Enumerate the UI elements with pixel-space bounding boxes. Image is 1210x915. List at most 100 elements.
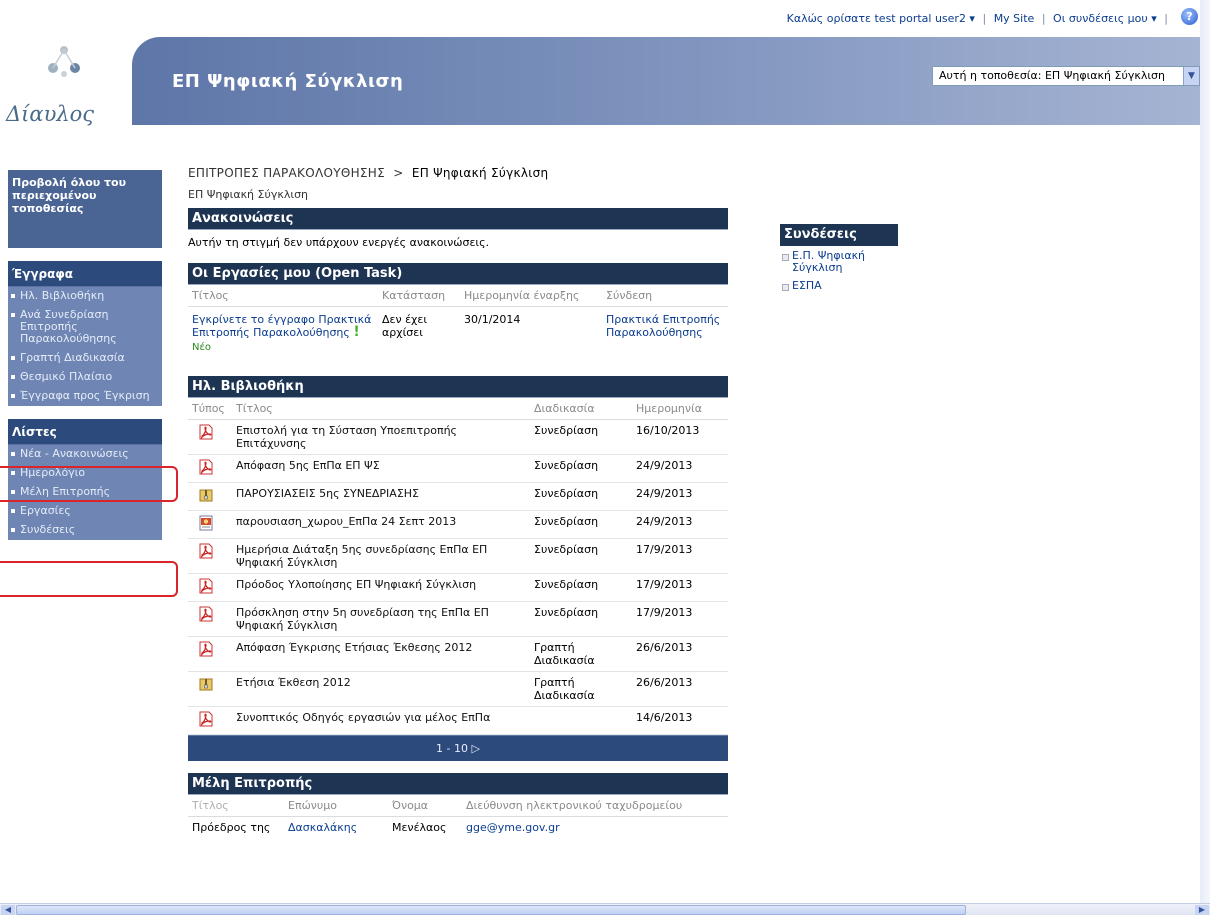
col-header-status[interactable]: Κατάσταση — [378, 285, 460, 307]
scroll-left-button[interactable]: ◀ — [1, 905, 15, 915]
links-title[interactable]: Συνδέσεις — [780, 224, 898, 246]
member-email-link[interactable]: gge@yme.gov.gr — [466, 821, 560, 834]
library-table: Τύπος Τίτλος Διαδικασία Ημερομηνία Επιστ… — [188, 398, 728, 735]
task-related-link[interactable]: Πρακτικά Επιτροπής Παρακολούθησης — [606, 313, 720, 339]
document-process — [530, 706, 632, 735]
my-site-link[interactable]: My Site — [994, 12, 1035, 25]
search-scope-value: Αυτή η τοποθεσία: ΕΠ Ψηφιακή Σύγκλιση — [939, 69, 1165, 82]
pdf-file-icon[interactable] — [198, 424, 214, 440]
ppt-file-icon[interactable] — [198, 515, 214, 531]
site-title[interactable]: ΕΠ Ψηφιακή Σύγκλιση — [172, 71, 403, 92]
col-header-process[interactable]: Διαδικασία — [530, 398, 632, 420]
site-logo[interactable]: Δίαυλος — [6, 44, 132, 130]
pdf-file-icon[interactable] — [198, 711, 214, 727]
vertical-scrollbar[interactable] — [1200, 0, 1210, 903]
link-espa[interactable]: ΕΣΠΑ — [792, 279, 822, 292]
horizontal-scrollbar[interactable]: ◀ ▶ — [0, 903, 1210, 915]
members-title[interactable]: Μέλη Επιτροπής — [188, 773, 728, 795]
highlight-box-tasks — [0, 561, 178, 597]
col-header-title[interactable]: Τίτλος — [188, 795, 284, 817]
nav-item-library[interactable]: Ηλ. Βιβλιοθήκη — [8, 287, 162, 306]
col-header-link[interactable]: Σύνδεση — [602, 285, 728, 307]
col-header-surname[interactable]: Επώνυμο — [284, 795, 388, 817]
col-header-title[interactable]: Τίτλος — [188, 285, 378, 307]
member-surname-link[interactable]: Δασκαλάκης — [288, 821, 357, 834]
document-title-link[interactable]: Απόφαση 5ης ΕπΠα ΕΠ ΨΣ — [236, 459, 380, 472]
help-icon[interactable]: ? — [1181, 8, 1198, 25]
pdf-file-icon[interactable] — [198, 641, 214, 657]
document-date: 24/9/2013 — [632, 454, 728, 483]
document-title-link[interactable]: Πρόοδος Υλοποίησης ΕΠ Ψηφιακή Σύγκλιση — [236, 578, 476, 591]
scroll-thumb[interactable] — [16, 905, 966, 915]
nav-item-docs-for-approval[interactable]: Έγγραφα προς Έγκριση — [8, 387, 162, 406]
pdf-file-icon[interactable] — [198, 459, 214, 475]
welcome-user-menu[interactable]: Καλώς ορίσατε test portal user2 ▾ — [787, 12, 975, 25]
table-row: Πρόοδος Υλοποίησης ΕΠ Ψηφιακή Σύγκλιση Συ… — [188, 573, 728, 602]
pdf-file-icon[interactable] — [198, 606, 214, 622]
document-title-link[interactable]: Ετήσια Έκθεση 2012 — [236, 676, 351, 689]
scroll-right-button[interactable]: ▶ — [1195, 905, 1209, 915]
document-date: 26/6/2013 — [632, 636, 728, 672]
document-process: Γραπτή Διαδικασία — [530, 636, 632, 672]
nav-item-links[interactable]: Συνδέσεις — [8, 521, 162, 540]
task-title-link[interactable]: Εγκρίνετε το έγγραφο Πρακτικά Επιτροπής … — [192, 313, 371, 339]
search-scope-dropdown[interactable]: Αυτή η τοποθεσία: ΕΠ Ψηφιακή Σύγκλιση ▼ — [932, 66, 1200, 86]
document-process: Συνεδρίαση — [530, 538, 632, 574]
table-row: Πρόεδρος της Δασκαλάκης Μενέλαος gge@yme… — [188, 817, 728, 839]
nav-item-per-meeting[interactable]: Ανά Συνεδρίαση Επιτροπής Παρακολούθησης — [8, 306, 162, 349]
table-row: Ετήσια Έκθεση 2012 Γραπτή Διαδικασία 26/6/… — [188, 671, 728, 707]
document-title-link[interactable]: Ημερήσια Διάταξη 5ης συνεδρίασης ΕπΠα ΕΠ… — [236, 543, 487, 569]
col-header-type[interactable]: Τύπος — [188, 398, 232, 420]
table-row: ΠΑΡΟΥΣΙΑΣΕΙΣ 5ης ΣΥΝΕΔΡΙΑΣΗΣ Συνεδρίαση 24… — [188, 482, 728, 511]
nav-heading-documents[interactable]: Έγγραφα — [8, 261, 162, 287]
document-date: 17/9/2013 — [632, 573, 728, 602]
col-header-start-date[interactable]: Ημερομηνία έναρξης — [460, 285, 602, 307]
zip-file-icon[interactable] — [198, 487, 214, 503]
pdf-file-icon[interactable] — [198, 543, 214, 559]
document-process: Συνεδρίαση — [530, 601, 632, 637]
document-title-link[interactable]: Πρόσκληση στην 5η συνεδρίαση της ΕπΠα ΕΠ… — [236, 606, 489, 632]
document-title-link[interactable]: Επιστολή για τη Σύσταση Υποεπιτροπής Επι… — [236, 424, 457, 450]
zip-file-icon[interactable] — [198, 676, 214, 692]
paging-bar: 1 - 10 ▷ — [188, 735, 728, 761]
tasks-webpart: Οι Εργασίες μου (Open Task) Τίτλος Κατάσ… — [188, 263, 728, 372]
tasks-title[interactable]: Οι Εργασίες μου (Open Task) — [188, 263, 728, 285]
nav-item-tasks[interactable]: Εργασίες — [8, 502, 162, 521]
tasks-table: Τίτλος Κατάσταση Ημερομηνία έναρξης Σύνδ… — [188, 285, 728, 372]
breadcrumb-separator: > — [393, 166, 404, 180]
breadcrumb-parent[interactable]: ΕΠΙΤΡΟΠΕΣ ΠΑΡΑΚΟΛΟΥΘΗΣΗΣ — [188, 166, 385, 180]
document-title-link[interactable]: παρουσιαση_χωρου_ΕπΠα 24 Σεπτ 2013 — [236, 515, 456, 528]
document-title-link[interactable]: ΠΑΡΟΥΣΙΑΣΕΙΣ 5ης ΣΥΝΕΔΡΙΑΣΗΣ — [236, 487, 419, 500]
document-title-link[interactable]: Συνοπτικός Οδηγός εργασιών για μέλος ΕπΠ… — [236, 711, 490, 724]
links-webpart: Συνδέσεις Ε.Π. Ψηφιακή Σύγκλιση ΕΣΠΑ — [780, 224, 898, 294]
pdf-file-icon[interactable] — [198, 578, 214, 594]
nav-heading-lists[interactable]: Λίστες — [8, 419, 162, 445]
paging-next[interactable]: 1 - 10 ▷ — [436, 742, 480, 755]
main-content: ΕΠΙΤΡΟΠΕΣ ΠΑΡΑΚΟΛΟΥΘΗΣΗΣ > ΕΠ Ψηφιακή Σύ… — [188, 166, 728, 838]
member-name: Μενέλαος — [392, 821, 447, 834]
link-ep-digital-convergence[interactable]: Ε.Π. Ψηφιακή Σύγκλιση — [792, 249, 865, 274]
nav-item-written-procedure[interactable]: Γραπτή Διαδικασία — [8, 349, 162, 368]
document-date: 16/10/2013 — [632, 419, 728, 455]
announcements-empty-text: Αυτήν τη στιγμή δεν υπάρχουν ενεργές ανα… — [188, 236, 490, 249]
view-all-content-link[interactable]: Προβολή όλου του περιεχομένου τοποθεσίας — [8, 170, 162, 248]
library-title[interactable]: Ηλ. Βιβλιοθήκη — [188, 376, 728, 398]
my-links-menu[interactable]: Οι συνδέσεις μου ▾ — [1053, 12, 1157, 25]
link-item: Ε.Π. Ψηφιακή Σύγκλιση — [780, 246, 898, 276]
col-header-title[interactable]: Τίτλος — [232, 398, 530, 420]
document-title-link[interactable]: Απόφαση Έγκρισης Ετήσιας Έκθεσης 2012 — [236, 641, 472, 654]
separator: | — [1164, 12, 1168, 25]
col-header-email[interactable]: Διεύθυνση ηλεκτρονικού ταχυδρομείου — [462, 795, 728, 817]
col-header-name[interactable]: Όνομα — [388, 795, 462, 817]
table-row: Πρόσκληση στην 5η συνεδρίαση της ΕπΠα ΕΠ… — [188, 601, 728, 637]
header-banner: ΕΠ Ψηφιακή Σύγκλιση Αυτή η τοποθεσία: ΕΠ… — [132, 37, 1200, 125]
announcements-title[interactable]: Ανακοινώσεις — [188, 208, 728, 230]
document-date: 26/6/2013 — [632, 671, 728, 707]
chevron-down-icon[interactable]: ▼ — [1183, 67, 1199, 85]
logo-text: Δίαυλος — [6, 102, 95, 126]
nav-item-announcements[interactable]: Νέα - Ανακοινώσεις — [8, 445, 162, 464]
link-item: ΕΣΠΑ — [780, 276, 898, 294]
table-row: Εγκρίνετε το έγγραφο Πρακτικά Επιτροπής … — [188, 307, 728, 373]
col-header-date[interactable]: Ημερομηνία — [632, 398, 728, 420]
nav-item-legal-framework[interactable]: Θεσμικό Πλαίσιο — [8, 368, 162, 387]
